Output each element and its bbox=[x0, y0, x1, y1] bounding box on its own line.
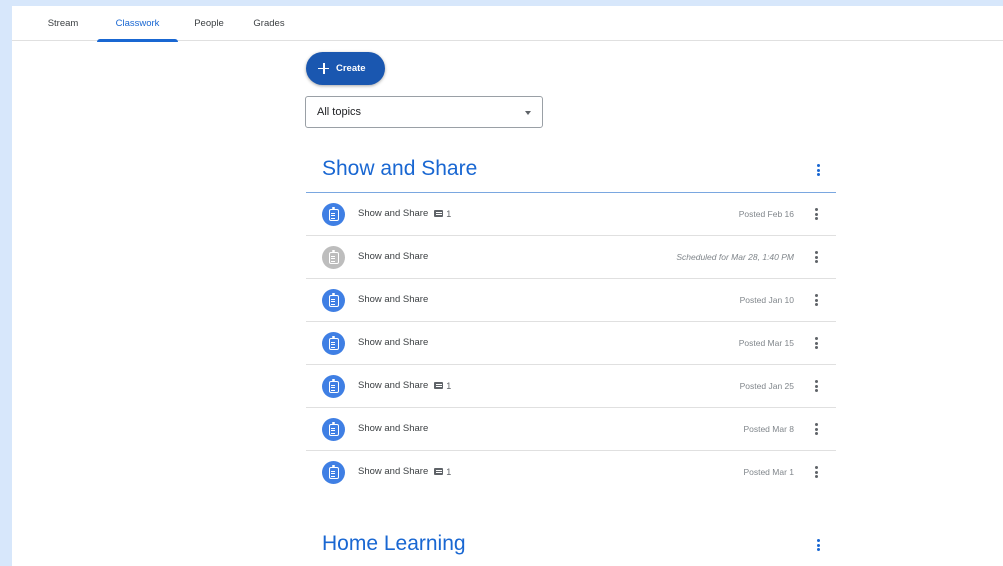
classwork-item-title: Show and Share bbox=[358, 337, 429, 348]
tab-classwork[interactable]: Classwork bbox=[97, 6, 178, 42]
topic-filter-value: All topics bbox=[317, 106, 362, 118]
create-button[interactable]: Create bbox=[306, 52, 385, 85]
classwork-item[interactable]: Show and Share 1 Posted Mar 1 bbox=[306, 451, 836, 494]
tab-stream[interactable]: Stream bbox=[38, 6, 88, 41]
comment-count: 1 bbox=[446, 208, 452, 219]
comment-icon bbox=[434, 210, 444, 217]
classwork-item-title: Show and Share bbox=[358, 380, 429, 391]
assignment-icon bbox=[322, 203, 345, 226]
classwork-item-status: Posted Mar 8 bbox=[743, 424, 794, 434]
classwork-item[interactable]: Show and Share Posted Jan 10 bbox=[306, 279, 836, 322]
more-vert-icon[interactable] bbox=[809, 334, 823, 352]
classwork-item-title: Show and Share bbox=[358, 466, 429, 477]
comment-count: 1 bbox=[446, 466, 452, 477]
more-vert-icon[interactable] bbox=[809, 420, 823, 438]
classwork-item-status: Posted Mar 1 bbox=[743, 467, 794, 477]
create-button-label: Create bbox=[336, 63, 366, 74]
classwork-item[interactable]: Show and Share 1 Posted Jan 25 bbox=[306, 365, 836, 408]
tab-bar: Stream Classwork People Grades bbox=[12, 6, 1003, 42]
tab-people[interactable]: People bbox=[184, 6, 234, 41]
classwork-item[interactable]: Show and Share Posted Mar 8 bbox=[306, 408, 836, 451]
classwork-item[interactable]: Show and Share Scheduled for Mar 28, 1:4… bbox=[306, 236, 836, 279]
more-vert-icon[interactable] bbox=[809, 205, 823, 223]
more-vert-icon[interactable] bbox=[809, 463, 823, 481]
topic-filter-select[interactable]: All topics bbox=[305, 96, 543, 128]
classwork-item-status: Posted Mar 15 bbox=[738, 338, 794, 348]
plus-icon bbox=[318, 63, 329, 74]
topic-more-vert-icon[interactable] bbox=[811, 536, 825, 554]
classwork-item-status: Posted Feb 16 bbox=[738, 209, 794, 219]
tab-stream-label: Stream bbox=[47, 18, 79, 29]
classroom-page: Stream Classwork People Grades Create Al… bbox=[12, 6, 1003, 566]
tab-grades-label: Grades bbox=[253, 18, 285, 29]
assignment-icon bbox=[322, 375, 345, 398]
classwork-item-title: Show and Share bbox=[358, 251, 429, 262]
topic-more-vert-icon[interactable] bbox=[811, 161, 825, 179]
assignment-icon bbox=[322, 461, 345, 484]
tab-grades[interactable]: Grades bbox=[244, 6, 294, 41]
tab-people-label: People bbox=[194, 18, 224, 29]
tab-classwork-label: Classwork bbox=[115, 18, 160, 29]
assignment-icon bbox=[322, 289, 345, 312]
classwork-item-status: Posted Jan 25 bbox=[739, 381, 794, 391]
comment-icon bbox=[434, 382, 444, 389]
more-vert-icon[interactable] bbox=[809, 248, 823, 266]
more-vert-icon[interactable] bbox=[809, 377, 823, 395]
assignment-icon bbox=[322, 332, 345, 355]
classwork-item[interactable]: Show and Share Posted Mar 15 bbox=[306, 322, 836, 365]
classwork-item-status: Posted Jan 10 bbox=[739, 295, 794, 305]
more-vert-icon[interactable] bbox=[809, 291, 823, 309]
topic-title[interactable]: Home Learning bbox=[322, 532, 466, 556]
classwork-item-status: Scheduled for Mar 28, 1:40 PM bbox=[676, 252, 794, 262]
classwork-item[interactable]: Show and Share 1 Posted Feb 16 bbox=[306, 193, 836, 236]
comment-icon bbox=[434, 468, 444, 475]
chevron-down-icon bbox=[525, 111, 531, 115]
classwork-item-title: Show and Share bbox=[358, 423, 429, 434]
assignment-icon bbox=[322, 418, 345, 441]
comment-count: 1 bbox=[446, 380, 452, 391]
topic-title[interactable]: Show and Share bbox=[322, 157, 477, 181]
assignment-icon bbox=[322, 246, 345, 269]
classwork-item-title: Show and Share bbox=[358, 294, 429, 305]
classwork-item-title: Show and Share bbox=[358, 208, 429, 219]
active-tab-indicator bbox=[97, 39, 178, 42]
